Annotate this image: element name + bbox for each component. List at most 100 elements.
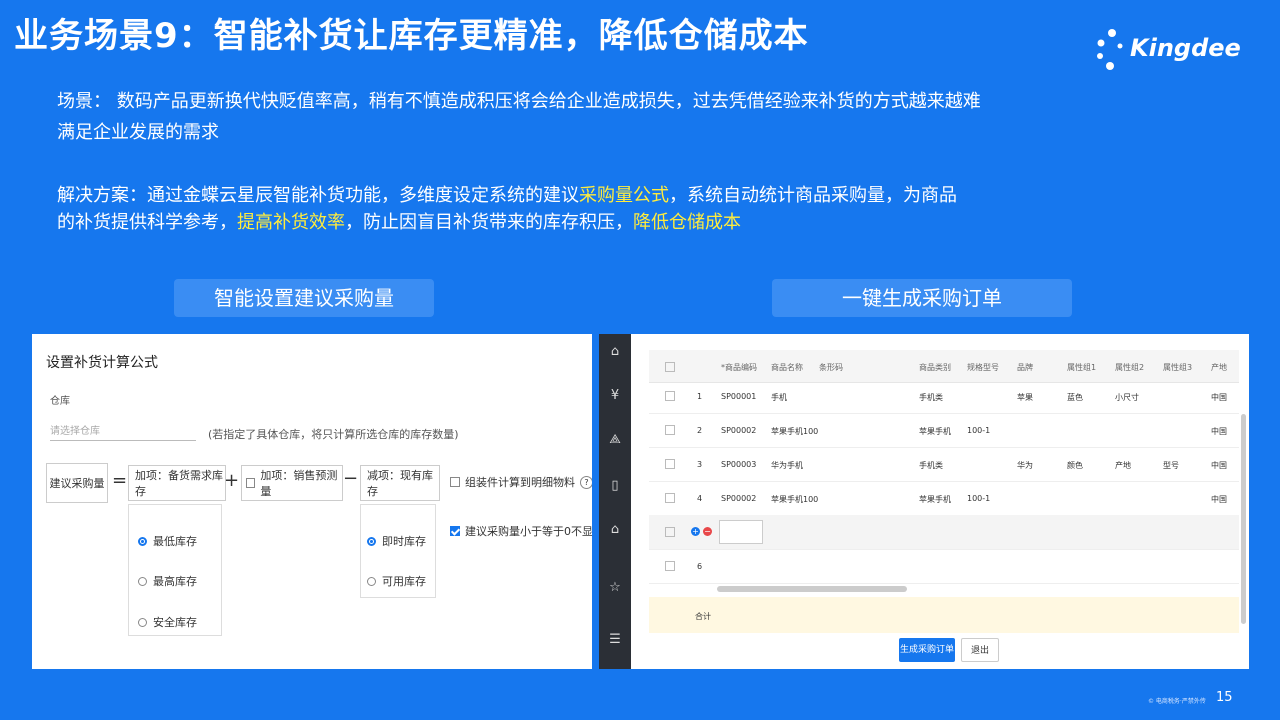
warehouse-input[interactable]: 请选择仓库 — [50, 422, 196, 441]
cell-category: 苹果手机 — [919, 427, 951, 436]
footer-note: © 电商税务·严禁外传 — [1148, 698, 1206, 705]
formula-title: 设置补货计算公式 — [46, 355, 158, 371]
col-header: 品牌 — [1017, 363, 1033, 372]
check-assembly[interactable]: 组装件计算到明细物料? — [450, 474, 592, 490]
row-no: 2 — [697, 426, 703, 435]
row-checkbox[interactable] — [665, 527, 675, 537]
home-icon[interactable]: ⌂ — [607, 344, 623, 360]
option-label: 安全库存 — [153, 616, 197, 629]
cell-attr3: 型号 — [1163, 461, 1179, 470]
add-stock-demand[interactable]: 加项：备货需求库存 — [128, 465, 226, 501]
checkbox-icon[interactable] — [450, 477, 460, 487]
row-no: 6 — [697, 562, 703, 571]
page-title: 业务场景9：智能补货让库存更精准，降低仓储成本 — [14, 16, 809, 56]
radio-icon — [138, 576, 147, 586]
exit-button[interactable]: 退出 — [961, 638, 999, 662]
total-row: 合计 — [649, 597, 1239, 633]
sub-current-stock-label: 减项：现有库存 — [367, 469, 433, 498]
help-icon[interactable]: ? — [580, 475, 592, 489]
cell-category: 手机类 — [919, 393, 943, 402]
row-checkbox[interactable] — [665, 459, 675, 469]
brand-name: Kingdee — [1130, 34, 1241, 62]
sub-current-stock[interactable]: 减项：现有库存 — [360, 465, 440, 501]
sales-forecast-checkbox[interactable] — [246, 478, 256, 488]
chart-icon[interactable]: ⟁ — [607, 432, 623, 448]
page-number: 15 — [1216, 690, 1233, 705]
checkbox-checked-icon[interactable] — [450, 526, 460, 536]
menu-icon[interactable]: ☰ — [607, 632, 623, 648]
generate-purchase-order-button[interactable]: 生成采购订单 — [899, 638, 955, 662]
row-checkbox[interactable] — [665, 391, 675, 401]
table-row[interactable]: 6 — [649, 549, 1239, 584]
table-row-edit[interactable]: + − — [649, 515, 1239, 550]
add-stock-demand-label: 加项：备货需求库存 — [135, 469, 223, 498]
star-icon[interactable]: ☆ — [607, 580, 623, 596]
add-sales-forecast[interactable]: 加项：销售预测量 — [241, 465, 343, 501]
row-no: 3 — [697, 460, 703, 469]
option-available-stock[interactable]: 可用库存 — [367, 573, 426, 589]
solution-text: 解决方案：通过金蝶云星辰智能补货功能，多维度设定系统的建议 — [57, 185, 579, 206]
purchase-grid-panel: ⌂ ¥ ⟁ ▯ ⌂ ☆ ☰ *商品编码 商品名称 条形码 商品类别 规格型号 品… — [599, 334, 1249, 669]
check-label: 建议采购量小于等于0不显示 — [465, 525, 592, 538]
radio-icon — [138, 617, 147, 627]
pill-generate-order: 一键生成采购订单 — [772, 279, 1072, 317]
highlight-cost: 降低仓储成本 — [633, 212, 741, 233]
option-instant-stock[interactable]: 即时库存 — [367, 533, 426, 549]
option-safety-stock[interactable]: 安全库存 — [138, 614, 197, 630]
document-icon[interactable]: ▯ — [607, 478, 623, 494]
radio-selected-icon — [138, 536, 147, 546]
solution-text: 的补货提供科学参考， — [57, 212, 237, 233]
row-checkbox[interactable] — [665, 561, 675, 571]
warehouse-note: (若指定了具体仓库，将只计算所选仓库的库存数量) — [208, 428, 459, 441]
cell-attr2: 产地 — [1115, 461, 1131, 470]
code-edit-input[interactable] — [719, 520, 763, 544]
solution-line2: 的补货提供科学参考，提高补货效率，防止因盲目补货带来的库存积压，降低仓储成本 — [57, 207, 741, 238]
radio-icon — [367, 576, 376, 586]
option-label: 可用库存 — [382, 575, 426, 588]
cell-brand: 苹果 — [1017, 393, 1033, 402]
vertical-scrollbar[interactable] — [1241, 414, 1246, 624]
cell-name: 华为手机 — [771, 461, 803, 470]
option-label: 最低库存 — [153, 535, 197, 548]
cell-category: 苹果手机 — [919, 495, 951, 504]
horizontal-scrollbar[interactable] — [717, 586, 907, 592]
cell-origin: 中国 — [1211, 461, 1227, 470]
cell-code: SP00003 — [721, 460, 757, 469]
row-checkbox[interactable] — [665, 493, 675, 503]
warehouse-icon[interactable]: ⌂ — [607, 522, 623, 538]
cell-code: SP00002 — [721, 494, 757, 503]
select-all-checkbox[interactable] — [665, 362, 675, 372]
cell-spec: 100-1 — [967, 494, 991, 503]
remove-row-icon[interactable]: − — [703, 527, 712, 536]
cell-origin: 中国 — [1211, 393, 1227, 402]
row-no: 4 — [697, 494, 703, 503]
table-row[interactable]: 4 SP00002 苹果手机100 苹果手机 100-1 中国 — [649, 481, 1239, 516]
radio-selected-icon — [367, 536, 376, 546]
cell-category: 手机类 — [919, 461, 943, 470]
table-row[interactable]: 2 SP00002 苹果手机100 苹果手机 100-1 中国 — [649, 413, 1239, 448]
add-row-icon[interactable]: + — [691, 527, 700, 536]
col-header: 属性组1 — [1067, 363, 1097, 372]
col-header: 条形码 — [819, 363, 843, 372]
col-header: 商品类别 — [919, 363, 951, 372]
cell-attr2: 小尺寸 — [1115, 393, 1139, 402]
row-checkbox[interactable] — [665, 425, 675, 435]
option-max-stock[interactable]: 最高库存 — [138, 573, 197, 589]
cell-attr1: 蓝色 — [1067, 393, 1083, 402]
cell-brand: 华为 — [1017, 461, 1033, 470]
app-sidebar: ⌂ ¥ ⟁ ▯ ⌂ ☆ ☰ — [599, 334, 631, 669]
check-hide-zero[interactable]: 建议采购量小于等于0不显示 — [450, 523, 592, 539]
result-label: 建议采购量 — [49, 477, 105, 490]
col-header: 规格型号 — [967, 363, 999, 372]
cell-name: 苹果手机100 — [771, 495, 819, 504]
scenario-line2: 满足企业发展的需求 — [57, 122, 219, 143]
option-min-stock[interactable]: 最低库存 — [138, 533, 197, 549]
highlight-efficiency: 提高补货效率 — [237, 212, 345, 233]
table-row[interactable]: 1 SP00001 手机 手机类 苹果 蓝色 小尺寸 中国 — [649, 379, 1239, 414]
col-header: 属性组2 — [1115, 363, 1145, 372]
minus-sign: − — [343, 468, 359, 489]
currency-icon[interactable]: ¥ — [607, 388, 623, 404]
table-row[interactable]: 3 SP00003 华为手机 手机类 华为 颜色 产地 型号 中国 — [649, 447, 1239, 482]
option-label: 即时库存 — [382, 535, 426, 548]
scenario-line1: 场景： 数码产品更新换代快贬值率高，稍有不慎造成积压将会给企业造成损失，过去凭借… — [57, 91, 981, 112]
